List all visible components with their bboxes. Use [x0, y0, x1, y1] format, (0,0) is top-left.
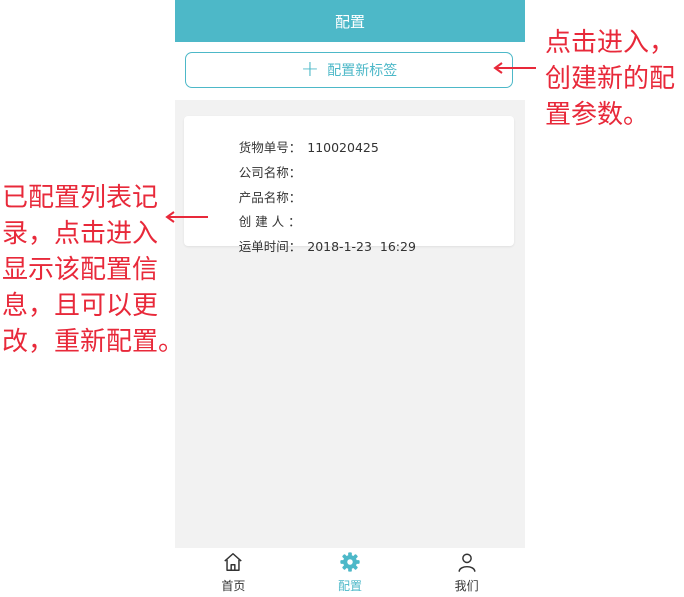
config-record-card[interactable]: 货物单号： 110020425 公司名称： 产品名称： 创 建 人 ： 运单时间：… — [184, 116, 514, 254]
annotation-line: 置参数。 — [545, 100, 650, 130]
record-row-time: 运单时间： 2018-1-23 16:29 — [199, 221, 416, 270]
canvas: 配置 + 配置新标签 货物单号： 110020425 公司名称： 产品名称： 创 … — [0, 0, 684, 597]
annotation-line: 录，点击进入 — [2, 219, 159, 249]
tab-config-label: 配置 — [338, 579, 363, 593]
annotation-line: 点击进入， — [545, 28, 676, 58]
plus-icon: + — [300, 57, 320, 82]
tab-about[interactable]: 我们 — [408, 548, 525, 597]
tab-about-label: 我们 — [454, 579, 479, 593]
arrow-to-add-button — [493, 62, 536, 74]
gear-icon — [340, 552, 360, 572]
add-config-label: 配置新标签 — [327, 63, 398, 79]
record-value: 110020425 — [307, 140, 379, 155]
tab-config[interactable]: 配置 — [292, 548, 409, 597]
config-list: 货物单号： 110020425 公司名称： 产品名称： 创 建 人 ： 运单时间：… — [175, 100, 525, 548]
bottom-tab-bar: 首页 配置 我们 — [175, 548, 525, 597]
phone-screen: 配置 + 配置新标签 货物单号： 110020425 公司名称： 产品名称： 创 … — [175, 0, 525, 597]
page-title: 配置 — [334, 12, 365, 31]
record-value: 2018-1-23 16:29 — [307, 239, 416, 254]
annotation-line: 显示该配置信 — [2, 255, 159, 285]
user-icon — [458, 553, 476, 572]
tab-home-label: 首页 — [221, 579, 246, 593]
add-config-button[interactable]: + 配置新标签 — [185, 52, 513, 88]
annotation-line: 息，且可以更 — [2, 291, 159, 321]
tab-home[interactable]: 首页 — [175, 548, 292, 597]
annotation-record-list: 已配置列表记 录，点击进入 显示该配置信 息，且可以更 改，重新配置。 — [2, 180, 184, 360]
annotation-line: 改，重新配置。 — [2, 327, 185, 357]
arrow-to-record-card — [165, 211, 208, 223]
annotation-add-button: 点击进入， 创建新的配 置参数。 — [545, 25, 675, 133]
annotation-line: 创建新的配 — [545, 64, 676, 94]
page-header: 配置 — [175, 0, 525, 42]
home-icon — [224, 553, 243, 571]
record-label: 运单时间： — [238, 239, 302, 254]
annotation-line: 已配置列表记 — [2, 183, 159, 213]
